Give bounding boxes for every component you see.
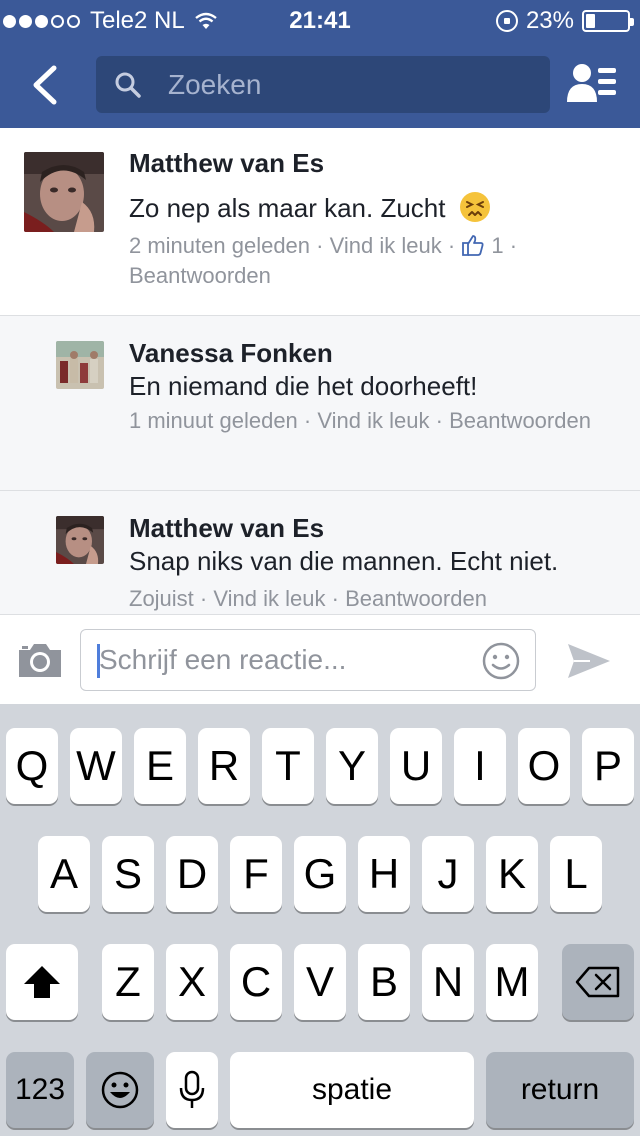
space-key[interactable]: spatie [230,1052,474,1128]
comment-author[interactable]: Matthew van Es [129,148,324,179]
comment-time: Zojuist [129,586,194,611]
reply-comment: Vanessa Fonken En niemand die het doorhe… [0,316,640,491]
key-n[interactable]: N [422,944,474,1020]
key-m[interactable]: M [486,944,538,1020]
comment-text: En niemand die het doorheeft! [129,371,478,401]
emoji-keyboard-icon [101,1071,139,1109]
separator: · [331,586,339,611]
reply-input[interactable] [99,640,459,680]
back-chevron-icon[interactable] [22,60,70,110]
backspace-icon [575,966,620,998]
like-link[interactable]: Vind ik leuk [330,233,442,258]
reply-link[interactable]: Beantwoorden [449,408,591,433]
separator: · [435,408,443,433]
search-icon [115,72,141,98]
comment-author[interactable]: Matthew van Es [129,513,324,544]
app-header: Tele2 NL 21:41 23% [0,0,640,128]
battery-icon [582,10,634,32]
emoji-icon[interactable] [481,641,521,681]
like-thumb-icon [462,235,484,256]
key-i[interactable]: I [454,728,506,804]
like-link[interactable]: Vind ik leuk [213,586,325,611]
comment-meta: Zojuist · Vind ik leuk · Beantwoorden [129,584,609,614]
key-r[interactable]: R [198,728,250,804]
persevering-face-emoji-icon [459,192,490,222]
friend-requests-icon[interactable] [566,62,618,106]
search-bar[interactable] [96,56,550,113]
keyboard: Q W E R T Y U I O P A S D F G H J K L Z … [0,704,640,1136]
separator: · [509,233,518,258]
comment-meta: 2 minuten geleden · Vind ik leuk · 1 · B… [129,231,609,291]
send-icon[interactable] [566,641,612,681]
numbers-key[interactable]: 123 [6,1052,74,1128]
return-key[interactable]: return [486,1052,634,1128]
key-l[interactable]: L [550,836,602,912]
key-v[interactable]: V [294,944,346,1020]
search-input[interactable] [168,68,508,101]
key-s[interactable]: S [102,836,154,912]
key-w[interactable]: W [70,728,122,804]
comment-text-body: Zo nep als maar kan. Zucht [129,193,446,223]
microphone-key[interactable] [166,1052,218,1128]
avatar[interactable] [56,516,104,564]
key-k[interactable]: K [486,836,538,912]
comment-time: 1 minuut geleden [129,408,298,433]
separator: · [316,233,324,258]
comment-text: Zo nep als maar kan. Zucht [129,191,491,224]
comment-list: Matthew van Es Zo nep als maar kan. Zuch… [0,128,640,614]
backspace-key[interactable] [562,944,634,1020]
reply-link[interactable]: Beantwoorden [129,263,271,288]
camera-icon[interactable] [16,640,64,680]
key-h[interactable]: H [358,836,410,912]
status-bar: Tele2 NL 21:41 23% [0,0,640,40]
comment-composer [0,614,640,704]
comment-time: 2 minuten geleden [129,233,311,258]
avatar[interactable] [56,341,104,389]
key-t[interactable]: T [262,728,314,804]
comment: Matthew van Es Zo nep als maar kan. Zuch… [0,128,640,316]
reply-comment: Matthew van Es Snap niks van die mannen.… [0,491,640,614]
rotation-lock-icon [495,10,518,32]
key-j[interactable]: J [422,836,474,912]
emoji-keyboard-key[interactable] [86,1052,154,1128]
key-u[interactable]: U [390,728,442,804]
reply-input-box[interactable] [80,629,536,691]
key-a[interactable]: A [38,836,90,912]
like-count: 1 [491,233,504,258]
key-x[interactable]: X [166,944,218,1020]
separator: · [303,408,312,433]
avatar[interactable] [24,152,104,232]
key-c[interactable]: C [230,944,282,1020]
comment-text: Snap niks van die mannen. Echt niet. [129,546,559,576]
key-f[interactable]: F [230,836,282,912]
key-e[interactable]: E [134,728,186,804]
battery-level [586,14,596,28]
reply-link[interactable]: Beantwoorden [345,586,487,611]
key-y[interactable]: Y [326,728,378,804]
text-caret [97,644,100,678]
shift-key[interactable] [6,944,78,1020]
key-g[interactable]: G [294,836,346,912]
key-d[interactable]: D [166,836,218,912]
shift-icon [24,966,60,998]
key-z[interactable]: Z [102,944,154,1020]
microphone-icon [179,1070,205,1108]
key-p[interactable]: P [582,728,634,804]
battery-percentage: 23% [525,7,574,34]
separator: · [199,586,208,611]
like-link[interactable]: Vind ik leuk [317,408,429,433]
comment-meta: 1 minuut geleden · Vind ik leuk · Beantw… [129,406,609,436]
key-o[interactable]: O [518,728,570,804]
key-q[interactable]: Q [6,728,58,804]
comment-author[interactable]: Vanessa Fonken [129,338,333,369]
separator: · [447,233,456,258]
key-b[interactable]: B [358,944,410,1020]
